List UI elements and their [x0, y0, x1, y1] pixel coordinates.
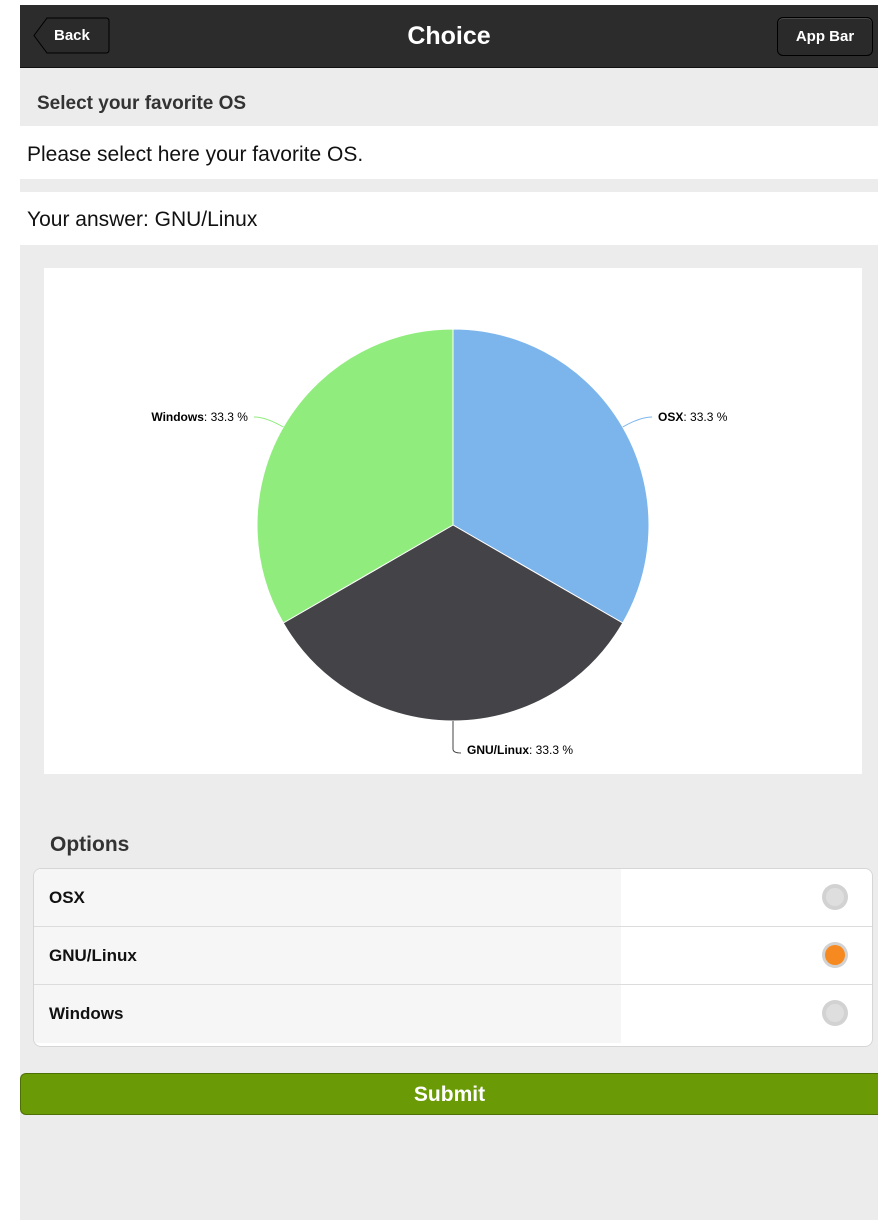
option-row-gnu-linux[interactable]: GNU/Linux: [34, 927, 872, 985]
answer-text: Your answer: GNU/Linux: [27, 208, 258, 231]
question-description-box: Please select here your favorite OS.: [20, 126, 878, 179]
option-label: Windows: [49, 1004, 124, 1023]
pie-label-connector: [452, 721, 462, 754]
page-title: Choice: [407, 22, 491, 50]
app-bar-button[interactable]: App Bar: [777, 17, 873, 56]
answer-box: Your answer: GNU/Linux: [20, 192, 878, 245]
question-title: Select your favorite OS: [37, 93, 247, 114]
back-button-label: Back: [54, 27, 90, 44]
option-row-windows[interactable]: Windows: [34, 985, 872, 1043]
options-title: Options: [50, 833, 130, 856]
pie-data-label: Windows: 33.3 %: [151, 410, 248, 424]
pie-chart: OSX: 33.3 % GNU/Linux: 33.3 % Windows: 33.…: [151, 328, 728, 757]
option-label: OSX: [49, 888, 85, 907]
option-row-osx[interactable]: OSX: [34, 869, 872, 927]
radio-dot: [825, 945, 845, 965]
pie-data-label: GNU/Linux: 33.3 %: [467, 743, 573, 757]
pie-label-connector: [253, 416, 284, 428]
option-label-area: [34, 869, 621, 927]
radio-button[interactable]: [822, 884, 848, 910]
header-bar: Back Choice App Bar: [20, 5, 878, 68]
options-list: OSX GNU/Linux Windows: [33, 868, 873, 1047]
pie-data-label: OSX: 33.3 %: [658, 410, 728, 424]
pie-chart-container: OSX: 33.3 % GNU/Linux: 33.3 % Windows: 33.…: [44, 268, 862, 774]
option-label: GNU/Linux: [49, 946, 137, 965]
radio-dot: [826, 1004, 844, 1022]
radio-dot: [826, 888, 844, 906]
pie-label-connector: [622, 416, 653, 428]
app-screen: Back Choice App Bar Select your favorite…: [20, 5, 878, 1220]
radio-button-selected[interactable]: [822, 942, 848, 968]
back-button[interactable]: Back: [32, 17, 110, 54]
question-description: Please select here your favorite OS.: [27, 143, 364, 166]
submit-button[interactable]: Submit: [20, 1073, 878, 1115]
radio-button[interactable]: [822, 1000, 848, 1026]
